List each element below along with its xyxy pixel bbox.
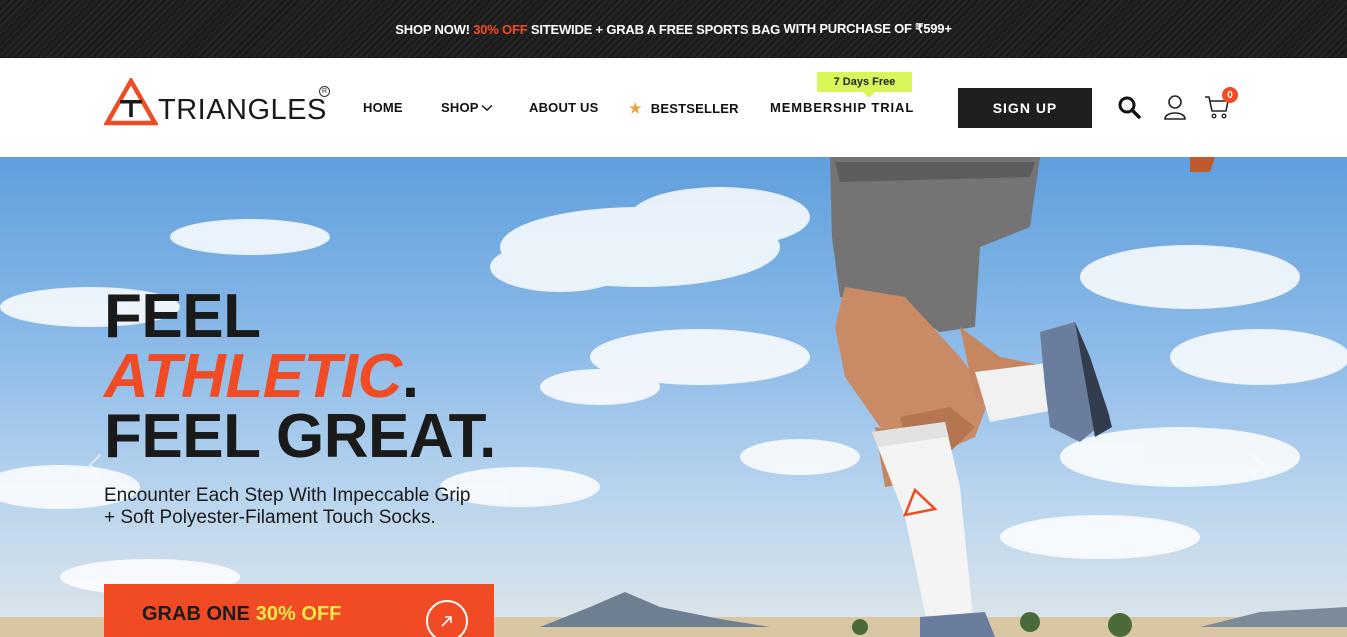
announcement-bag: BAG <box>751 21 781 37</box>
cart-count-badge: 0 <box>1222 87 1238 103</box>
nav-membership-trial[interactable]: MEMBERSHIP TRIAL <box>770 100 914 115</box>
trial-badge: 7 Days Free <box>817 72 912 98</box>
arrow-up-right-icon <box>426 600 468 637</box>
chevron-down-icon <box>481 104 493 111</box>
headline-line-2: ATHLETIC. <box>104 346 496 408</box>
nav-shop[interactable]: SHOP <box>441 100 493 115</box>
star-icon: ★ <box>629 100 642 116</box>
hero-headline: FEEL ATHLETIC. FEEL GREAT. <box>104 282 496 471</box>
announcement-bar: SHOP NOW! 30% OFF SITEWIDE + GRAB A FREE… <box>0 0 1347 58</box>
announcement-text-3: WITH PURCHASE OF ₹599+ <box>780 21 952 36</box>
cta-discount: 30% OFF <box>255 602 342 625</box>
hero-banner: FEEL ATHLETIC. FEEL GREAT. Encounter Eac… <box>0 157 1347 637</box>
logo-wordmark: TRIANGLES <box>158 94 327 126</box>
cta-label: GRAB ONE <box>142 602 250 625</box>
announcement-text-2: SITEWIDE + GRAB A FREE SPORTS <box>527 21 752 37</box>
announcement-discount: 30% OFF <box>473 21 528 37</box>
headline-dot: . <box>401 342 419 411</box>
grab-one-cta-button[interactable]: GRAB ONE 30% OFF <box>104 584 494 637</box>
search-icon[interactable] <box>1116 94 1142 120</box>
nav-shop-label: SHOP <box>441 100 479 115</box>
user-icon[interactable] <box>1162 94 1188 120</box>
nav-about-us[interactable]: ABOUT US <box>529 100 599 115</box>
nav-bestseller-label: BESTSELLER <box>650 101 739 116</box>
triangle-logo-icon <box>104 78 158 126</box>
brand-logo[interactable]: TRIANGLES R <box>104 76 334 128</box>
headline-line-1: FEEL <box>104 282 261 351</box>
registered-mark: R <box>319 86 330 97</box>
sign-up-button[interactable]: SIGN UP <box>958 88 1092 128</box>
site-header: TRIANGLES R HOME SHOP ABOUT US ★ BESTSEL… <box>0 58 1347 157</box>
headline-athletic: ATHLETIC <box>104 342 402 411</box>
hero-subtext: Encounter Each Step With Impeccable Grip… <box>104 485 471 528</box>
headline-line-3: FEEL GREAT. <box>104 402 496 471</box>
announcement-text-1: SHOP NOW! <box>395 21 474 37</box>
nav-home[interactable]: HOME <box>363 100 403 115</box>
nav-bestseller[interactable]: ★ BESTSELLER <box>629 100 739 117</box>
